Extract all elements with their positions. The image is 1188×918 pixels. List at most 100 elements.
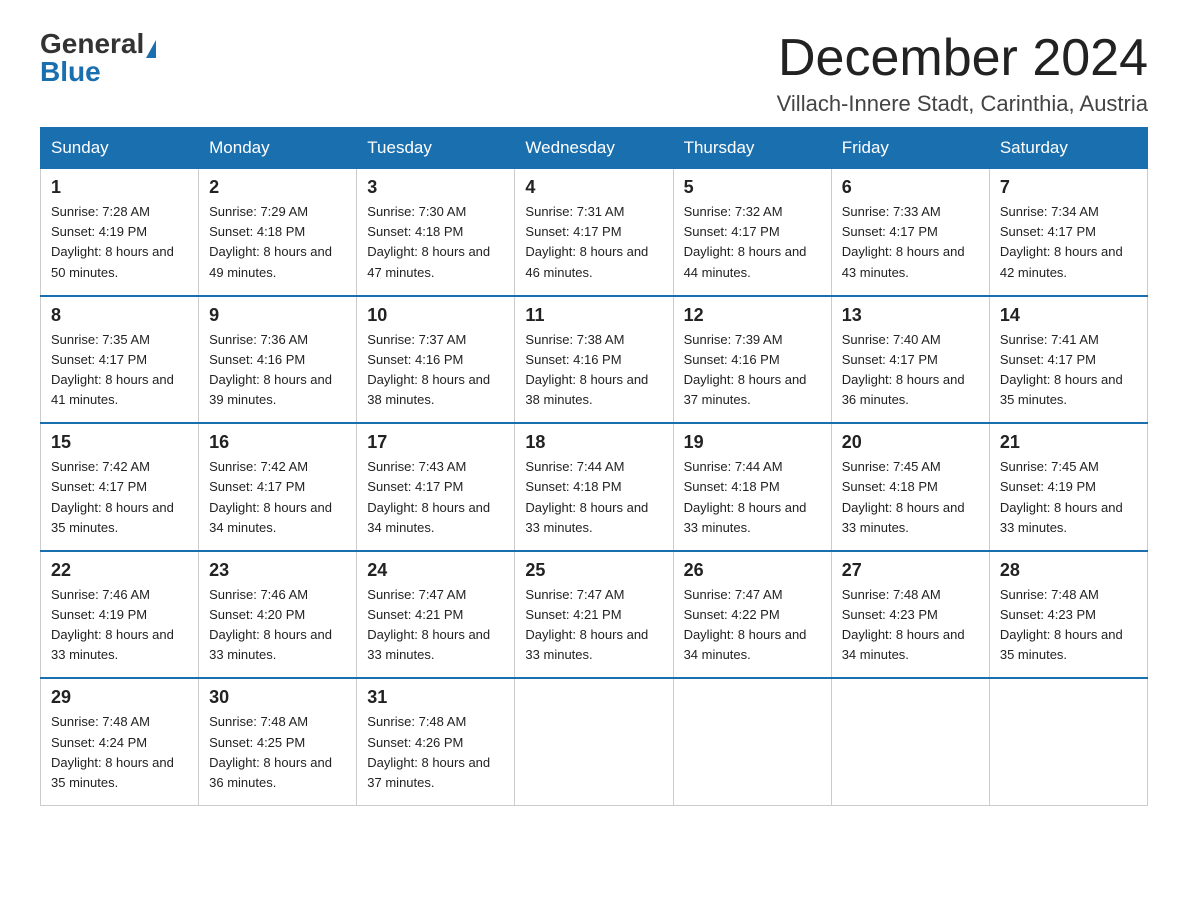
day-number: 5 xyxy=(684,177,821,198)
day-number: 24 xyxy=(367,560,504,581)
day-info: Sunrise: 7:41 AMSunset: 4:17 PMDaylight:… xyxy=(1000,330,1137,411)
day-cell-14: 14 Sunrise: 7:41 AMSunset: 4:17 PMDayligh… xyxy=(989,296,1147,424)
day-cell-11: 11 Sunrise: 7:38 AMSunset: 4:16 PMDayligh… xyxy=(515,296,673,424)
day-info: Sunrise: 7:32 AMSunset: 4:17 PMDaylight:… xyxy=(684,202,821,283)
day-info: Sunrise: 7:48 AMSunset: 4:24 PMDaylight:… xyxy=(51,712,188,793)
empty-cell xyxy=(673,678,831,805)
day-info: Sunrise: 7:33 AMSunset: 4:17 PMDaylight:… xyxy=(842,202,979,283)
day-cell-7: 7 Sunrise: 7:34 AMSunset: 4:17 PMDaylight… xyxy=(989,169,1147,296)
day-cell-31: 31Sunrise: 7:48 AMSunset: 4:26 PMDayligh… xyxy=(357,678,515,805)
day-info: Sunrise: 7:44 AMSunset: 4:18 PMDaylight:… xyxy=(684,457,821,538)
day-number: 17 xyxy=(367,432,504,453)
day-cell-27: 27 Sunrise: 7:48 AMSunset: 4:23 PMDayligh… xyxy=(831,551,989,679)
day-info: Sunrise: 7:39 AMSunset: 4:16 PMDaylight:… xyxy=(684,330,821,411)
col-header-saturday: Saturday xyxy=(989,128,1147,169)
day-number: 30 xyxy=(209,687,346,708)
day-info: Sunrise: 7:30 AMSunset: 4:18 PMDaylight:… xyxy=(367,202,504,283)
day-info: Sunrise: 7:29 AMSunset: 4:18 PMDaylight:… xyxy=(209,202,346,283)
calendar-header-row: SundayMondayTuesdayWednesdayThursdayFrid… xyxy=(41,128,1148,169)
day-info: Sunrise: 7:34 AMSunset: 4:17 PMDaylight:… xyxy=(1000,202,1137,283)
day-cell-4: 4 Sunrise: 7:31 AMSunset: 4:17 PMDaylight… xyxy=(515,169,673,296)
day-number: 3 xyxy=(367,177,504,198)
day-number: 14 xyxy=(1000,305,1137,326)
day-info: Sunrise: 7:44 AMSunset: 4:18 PMDaylight:… xyxy=(525,457,662,538)
logo-top-line: General xyxy=(40,30,156,58)
day-cell-2: 2 Sunrise: 7:29 AMSunset: 4:18 PMDaylight… xyxy=(199,169,357,296)
day-number: 13 xyxy=(842,305,979,326)
empty-cell xyxy=(831,678,989,805)
day-number: 21 xyxy=(1000,432,1137,453)
day-number: 4 xyxy=(525,177,662,198)
col-header-friday: Friday xyxy=(831,128,989,169)
day-info: Sunrise: 7:47 AMSunset: 4:21 PMDaylight:… xyxy=(367,585,504,666)
day-number: 7 xyxy=(1000,177,1137,198)
day-cell-9: 9 Sunrise: 7:36 AMSunset: 4:16 PMDaylight… xyxy=(199,296,357,424)
month-title: December 2024 xyxy=(777,30,1148,87)
day-number: 16 xyxy=(209,432,346,453)
day-number: 26 xyxy=(684,560,821,581)
day-info: Sunrise: 7:37 AMSunset: 4:16 PMDaylight:… xyxy=(367,330,504,411)
day-cell-24: 24 Sunrise: 7:47 AMSunset: 4:21 PMDayligh… xyxy=(357,551,515,679)
day-cell-22: 22Sunrise: 7:46 AMSunset: 4:19 PMDayligh… xyxy=(41,551,199,679)
day-cell-13: 13Sunrise: 7:40 AMSunset: 4:17 PMDayligh… xyxy=(831,296,989,424)
day-cell-3: 3 Sunrise: 7:30 AMSunset: 4:18 PMDaylight… xyxy=(357,169,515,296)
day-cell-16: 16 Sunrise: 7:42 AMSunset: 4:17 PMDayligh… xyxy=(199,423,357,551)
logo: General Blue xyxy=(40,30,156,86)
day-number: 10 xyxy=(367,305,504,326)
col-header-wednesday: Wednesday xyxy=(515,128,673,169)
day-cell-28: 28Sunrise: 7:48 AMSunset: 4:23 PMDayligh… xyxy=(989,551,1147,679)
col-header-sunday: Sunday xyxy=(41,128,199,169)
day-info: Sunrise: 7:31 AMSunset: 4:17 PMDaylight:… xyxy=(525,202,662,283)
day-cell-18: 18 Sunrise: 7:44 AMSunset: 4:18 PMDayligh… xyxy=(515,423,673,551)
calendar-week-row: 22Sunrise: 7:46 AMSunset: 4:19 PMDayligh… xyxy=(41,551,1148,679)
day-number: 11 xyxy=(525,305,662,326)
calendar-week-row: 1 Sunrise: 7:28 AMSunset: 4:19 PMDaylight… xyxy=(41,169,1148,296)
calendar-week-row: 15 Sunrise: 7:42 AMSunset: 4:17 PMDayligh… xyxy=(41,423,1148,551)
day-info: Sunrise: 7:47 AMSunset: 4:21 PMDaylight:… xyxy=(525,585,662,666)
day-info: Sunrise: 7:48 AMSunset: 4:26 PMDaylight:… xyxy=(367,712,504,793)
day-number: 1 xyxy=(51,177,188,198)
day-info: Sunrise: 7:48 AMSunset: 4:23 PMDaylight:… xyxy=(842,585,979,666)
day-number: 25 xyxy=(525,560,662,581)
day-number: 18 xyxy=(525,432,662,453)
day-number: 12 xyxy=(684,305,821,326)
day-info: Sunrise: 7:46 AMSunset: 4:20 PMDaylight:… xyxy=(209,585,346,666)
calendar-week-row: 8 Sunrise: 7:35 AMSunset: 4:17 PMDaylight… xyxy=(41,296,1148,424)
logo-general-text: General xyxy=(40,28,144,59)
day-info: Sunrise: 7:42 AMSunset: 4:17 PMDaylight:… xyxy=(51,457,188,538)
calendar-table: SundayMondayTuesdayWednesdayThursdayFrid… xyxy=(40,127,1148,806)
day-number: 2 xyxy=(209,177,346,198)
col-header-monday: Monday xyxy=(199,128,357,169)
day-info: Sunrise: 7:28 AMSunset: 4:19 PMDaylight:… xyxy=(51,202,188,283)
day-info: Sunrise: 7:35 AMSunset: 4:17 PMDaylight:… xyxy=(51,330,188,411)
day-number: 27 xyxy=(842,560,979,581)
day-info: Sunrise: 7:38 AMSunset: 4:16 PMDaylight:… xyxy=(525,330,662,411)
empty-cell xyxy=(989,678,1147,805)
day-number: 19 xyxy=(684,432,821,453)
day-cell-12: 12 Sunrise: 7:39 AMSunset: 4:16 PMDayligh… xyxy=(673,296,831,424)
day-info: Sunrise: 7:45 AMSunset: 4:19 PMDaylight:… xyxy=(1000,457,1137,538)
col-header-tuesday: Tuesday xyxy=(357,128,515,169)
day-cell-26: 26Sunrise: 7:47 AMSunset: 4:22 PMDayligh… xyxy=(673,551,831,679)
day-number: 15 xyxy=(51,432,188,453)
day-info: Sunrise: 7:36 AMSunset: 4:16 PMDaylight:… xyxy=(209,330,346,411)
day-number: 8 xyxy=(51,305,188,326)
location-title: Villach-Innere Stadt, Carinthia, Austria xyxy=(777,91,1148,117)
day-cell-10: 10 Sunrise: 7:37 AMSunset: 4:16 PMDayligh… xyxy=(357,296,515,424)
day-cell-19: 19 Sunrise: 7:44 AMSunset: 4:18 PMDayligh… xyxy=(673,423,831,551)
day-cell-30: 30 Sunrise: 7:48 AMSunset: 4:25 PMDayligh… xyxy=(199,678,357,805)
day-cell-6: 6Sunrise: 7:33 AMSunset: 4:17 PMDaylight… xyxy=(831,169,989,296)
day-cell-1: 1 Sunrise: 7:28 AMSunset: 4:19 PMDaylight… xyxy=(41,169,199,296)
day-info: Sunrise: 7:42 AMSunset: 4:17 PMDaylight:… xyxy=(209,457,346,538)
empty-cell xyxy=(515,678,673,805)
day-number: 20 xyxy=(842,432,979,453)
day-number: 23 xyxy=(209,560,346,581)
logo-blue-text: Blue xyxy=(40,56,101,87)
day-number: 28 xyxy=(1000,560,1137,581)
day-number: 22 xyxy=(51,560,188,581)
logo-triangle-icon xyxy=(146,40,156,58)
day-info: Sunrise: 7:48 AMSunset: 4:25 PMDaylight:… xyxy=(209,712,346,793)
day-number: 9 xyxy=(209,305,346,326)
day-info: Sunrise: 7:45 AMSunset: 4:18 PMDaylight:… xyxy=(842,457,979,538)
col-header-thursday: Thursday xyxy=(673,128,831,169)
